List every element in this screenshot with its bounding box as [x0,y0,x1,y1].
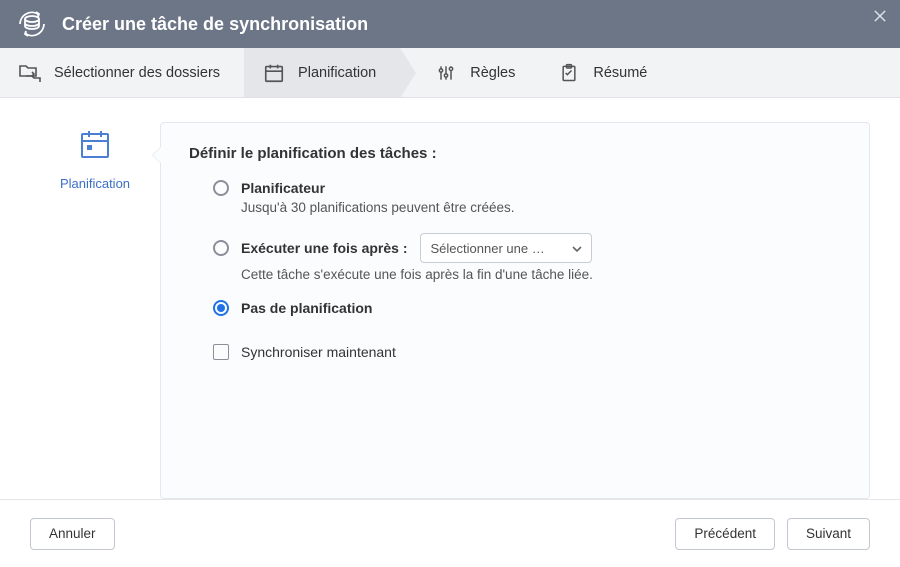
run-after-select[interactable]: Sélectionner une … [420,233,592,263]
radio-scheduler[interactable] [213,180,229,196]
step-rules[interactable]: Règles [400,48,539,97]
run-after-desc: Cette tâche s'exécute une fois après la … [241,267,841,282]
calendar-icon [262,61,286,85]
sync-now-label: Synchroniser maintenant [241,344,396,360]
close-icon[interactable] [870,6,890,26]
calendar-large-icon [77,128,113,164]
sidebar-label: Planification [30,176,160,191]
step-label: Résumé [593,65,647,81]
step-label: Règles [470,65,515,81]
step-sidebar: Planification [30,122,160,499]
scheduler-label: Planificateur [241,180,325,196]
step-label: Planification [298,65,376,81]
select-placeholder: Sélectionner une … [431,241,565,256]
wizard-stepper: Sélectionner des dossiers Planification … [0,48,900,98]
schedule-panel: Définir le planification des tâches : Pl… [160,122,870,499]
previous-button[interactable]: Précédent [675,518,775,550]
step-select-folders[interactable]: Sélectionner des dossiers [0,48,244,97]
dialog-header: Créer une tâche de synchronisation [0,0,900,48]
radio-run-after[interactable] [213,240,229,256]
step-summary[interactable]: Résumé [539,48,671,97]
dialog-title: Créer une tâche de synchronisation [62,14,368,35]
run-after-label: Exécuter une fois après : [241,240,408,256]
checkbox-sync-now[interactable] [213,344,229,360]
next-button[interactable]: Suivant [787,518,870,550]
chevron-down-icon [571,241,583,256]
cancel-button[interactable]: Annuler [30,518,115,550]
dialog-footer: Annuler Précédent Suivant [0,499,900,567]
step-label: Sélectionner des dossiers [54,65,220,81]
sync-icon [14,6,50,42]
step-schedule[interactable]: Planification [244,48,400,97]
no-schedule-label: Pas de planification [241,300,372,316]
radio-no-schedule[interactable] [213,300,229,316]
sliders-icon [434,61,458,85]
panel-heading: Définir le planification des tâches : [189,145,841,162]
summary-icon [557,61,581,85]
folders-icon [18,61,42,85]
scheduler-desc: Jusqu'à 30 planifications peuvent être c… [241,200,841,215]
